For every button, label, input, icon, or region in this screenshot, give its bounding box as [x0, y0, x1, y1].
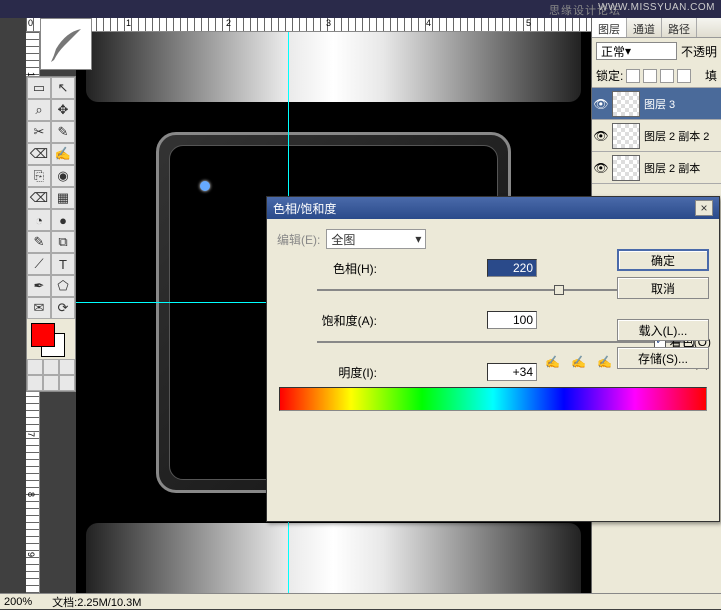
layer-thumbnail[interactable]: [612, 91, 640, 117]
app-logo: [40, 18, 92, 70]
layer-row[interactable]: 👁 图层 3: [592, 88, 721, 120]
ruler-tick: 8: [26, 492, 36, 497]
close-button[interactable]: ×: [695, 200, 713, 216]
blend-mode-select[interactable]: 正常▾: [596, 42, 677, 60]
fill-label: 填: [705, 67, 717, 84]
eyedropper-tool[interactable]: ⬠: [51, 275, 75, 297]
chevron-down-icon: ▾: [625, 44, 631, 58]
lock-position-icon[interactable]: [660, 69, 674, 83]
cancel-button[interactable]: 取消: [617, 277, 709, 299]
visibility-icon[interactable]: 👁: [594, 97, 608, 111]
ruler-tick: 5: [526, 18, 531, 28]
layers-list: 👁 图层 3 👁 图层 2 副本 2 👁 图层 2 副本: [592, 88, 721, 184]
heal-tool[interactable]: ⌫: [27, 143, 51, 165]
eraser-tool[interactable]: ⌫: [27, 187, 51, 209]
ruler-tick: 7: [26, 432, 36, 437]
notes-tool[interactable]: ✒: [27, 275, 51, 297]
hand-tool[interactable]: ✉: [27, 297, 51, 319]
spectrum-bar: [279, 387, 707, 411]
edit-dropdown[interactable]: 全图 ▾: [326, 229, 426, 249]
screen-mode-icon[interactable]: [59, 359, 75, 375]
fullscreen-icon[interactable]: [43, 375, 59, 391]
shape-tool[interactable]: T: [51, 253, 75, 275]
slice-tool[interactable]: ✎: [51, 121, 75, 143]
brush-tool[interactable]: ✍: [51, 143, 75, 165]
lock-label: 锁定:: [596, 67, 623, 84]
marquee-tool[interactable]: ▭: [27, 77, 51, 99]
zoom-level[interactable]: 200%: [4, 596, 32, 608]
chevron-down-icon: ▾: [415, 232, 421, 246]
doc-size[interactable]: 文档:2.25M/10.3M: [52, 594, 141, 610]
panel-tabs: 图层 通道 路径: [592, 18, 721, 38]
tab-channels[interactable]: 通道: [627, 18, 662, 37]
tab-paths[interactable]: 路径: [662, 18, 697, 37]
ruler-tick: 4: [426, 18, 431, 28]
eyedropper-add-icon[interactable]: ✍: [571, 355, 587, 371]
dialog-title-text: 色相/饱和度: [273, 200, 336, 217]
dialog-titlebar[interactable]: 色相/饱和度 ×: [267, 197, 719, 219]
blend-mode-value: 正常: [601, 43, 625, 60]
lasso-tool[interactable]: ⌕: [27, 99, 51, 121]
pen-tool[interactable]: ⟋: [27, 253, 51, 275]
hue-label: 色相(H):: [277, 260, 387, 277]
slider-thumb[interactable]: [554, 285, 564, 295]
toolbox: ▭↖ ⌕✥ ✂✎ ⌫✍ ⎘◉ ⌫▦ ◔● ✎⧉ ⟋T ✒⬠ ✉⟳: [26, 76, 76, 392]
layer-thumbnail[interactable]: [612, 123, 640, 149]
foreground-color[interactable]: [31, 323, 55, 347]
status-bar: 200% 文档:2.25M/10.3M: [0, 593, 721, 609]
ok-button[interactable]: 确定: [617, 249, 709, 271]
lock-transparent-icon[interactable]: [626, 69, 640, 83]
wand-tool[interactable]: ✥: [51, 99, 75, 121]
load-button[interactable]: 载入(L)...: [617, 319, 709, 341]
stamp-tool[interactable]: ⎘: [27, 165, 51, 187]
saturation-input[interactable]: 100: [487, 311, 537, 329]
move-tool[interactable]: ↖: [51, 77, 75, 99]
history-brush-tool[interactable]: ◉: [51, 165, 75, 187]
layer-thumbnail[interactable]: [612, 155, 640, 181]
artwork-highlight: [200, 181, 210, 191]
lightness-label: 明度(I):: [277, 364, 387, 381]
lock-all-icon[interactable]: [677, 69, 691, 83]
layer-name[interactable]: 图层 2 副本: [644, 160, 700, 176]
ruler-tick: 9: [26, 552, 36, 557]
quickmask-mode-icon[interactable]: [43, 359, 59, 375]
lightness-input[interactable]: +34: [487, 363, 537, 381]
edit-label: 编辑(E):: [277, 231, 320, 248]
visibility-icon[interactable]: 👁: [594, 129, 608, 143]
ruler-tick: 1: [126, 18, 131, 28]
crop-tool[interactable]: ✂: [27, 121, 51, 143]
hue-saturation-dialog: 色相/饱和度 × 编辑(E): 全图 ▾ 色相(H): 220 饱和度(A): …: [266, 196, 720, 522]
ruler-tick: 2: [226, 18, 231, 28]
layer-row[interactable]: 👁 图层 2 副本: [592, 152, 721, 184]
layer-row[interactable]: 👁 图层 2 副本 2: [592, 120, 721, 152]
jump-to-icon[interactable]: [59, 375, 75, 391]
blur-tool[interactable]: ◔: [27, 209, 51, 231]
hue-input[interactable]: 220: [487, 259, 537, 277]
eyedropper-sub-icon[interactable]: ✍: [597, 355, 613, 371]
eyedropper-group: ✍ ✍ ✍: [545, 355, 613, 371]
ruler-tick: 0: [28, 18, 33, 28]
save-button[interactable]: 存储(S)...: [617, 347, 709, 369]
lock-paint-icon[interactable]: [643, 69, 657, 83]
layer-name[interactable]: 图层 3: [644, 96, 675, 112]
tab-layers[interactable]: 图层: [592, 18, 627, 37]
type-tool[interactable]: ⧉: [51, 231, 75, 253]
visibility-icon[interactable]: 👁: [594, 161, 608, 175]
artwork-metal-bottom: [86, 523, 581, 593]
edit-dropdown-value: 全图: [331, 231, 355, 248]
path-select-tool[interactable]: ✎: [27, 231, 51, 253]
saturation-label: 饱和度(A):: [277, 312, 387, 329]
eyedropper-icon[interactable]: ✍: [545, 355, 561, 371]
fullscreen-menubar-icon[interactable]: [27, 375, 43, 391]
gradient-tool[interactable]: ▦: [51, 187, 75, 209]
color-swatches: [27, 319, 75, 359]
opacity-label: 不透明: [681, 43, 717, 60]
dodge-tool[interactable]: ●: [51, 209, 75, 231]
standard-mode-icon[interactable]: [27, 359, 43, 375]
artwork-metal-top: [86, 32, 581, 102]
layer-name[interactable]: 图层 2 副本 2: [644, 128, 709, 144]
zoom-tool[interactable]: ⟳: [51, 297, 75, 319]
ruler-tick: 3: [326, 18, 331, 28]
watermark-url: WWW.MISSYUAN.COM: [598, 2, 715, 13]
